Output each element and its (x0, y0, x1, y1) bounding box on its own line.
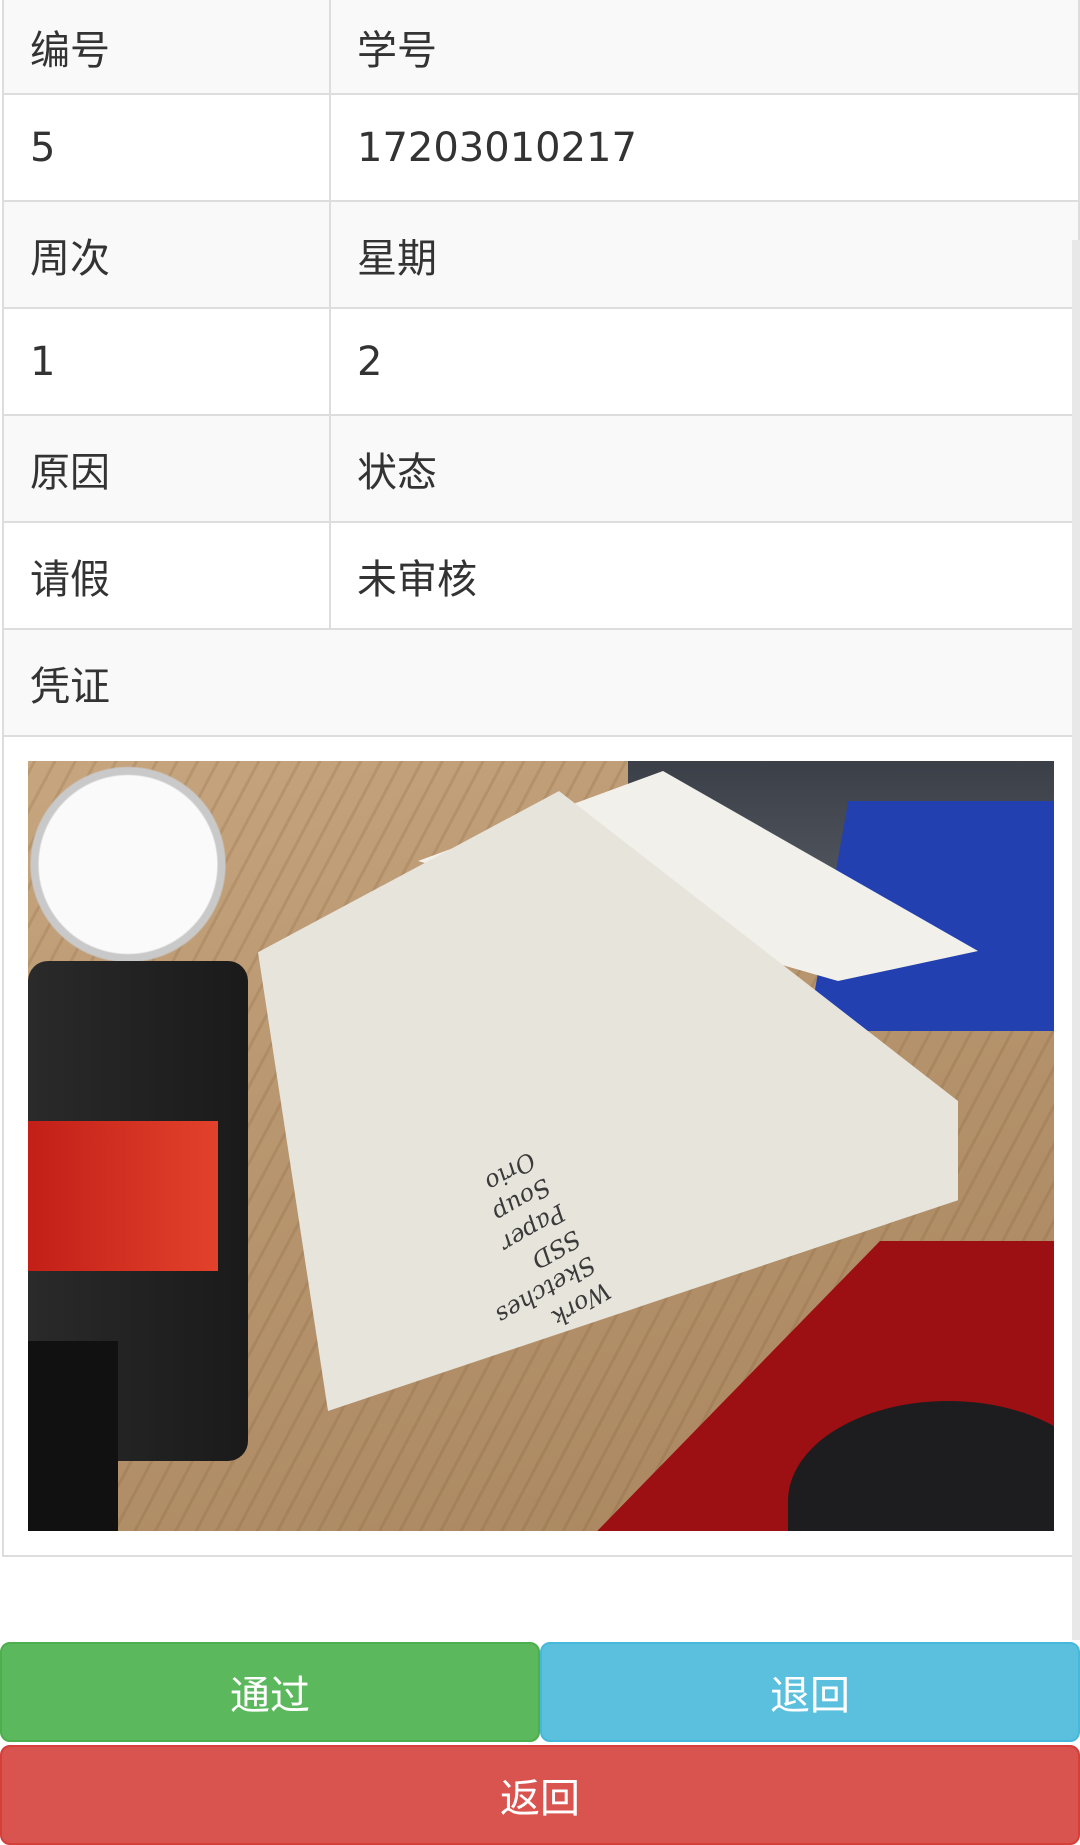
status-value: 未审核 (329, 521, 1080, 630)
table-row: 5 17203010217 (2, 93, 1080, 202)
table-row: 原因 状态 (2, 414, 1080, 523)
proof-photo[interactable]: Work Sketches SSD Paper Soup Orio (28, 761, 1054, 1531)
reason-header: 原因 (2, 414, 331, 523)
leave-detail-page: 编号 学号 5 17203010217 周次 星期 1 2 原因 状态 请假 未… (0, 0, 1080, 1845)
bottle-label (28, 1121, 218, 1271)
student-id-header: 学号 (329, 0, 1080, 95)
status-header: 状态 (329, 414, 1080, 523)
reject-button[interactable]: 退回 (540, 1642, 1080, 1742)
leave-info-table: 编号 学号 5 17203010217 周次 星期 1 2 原因 状态 请假 未… (2, 0, 1080, 1557)
table-row: 1 2 (2, 307, 1080, 416)
id-header: 编号 (2, 0, 331, 95)
scrollbar[interactable] (1072, 240, 1080, 1640)
weekday-value: 2 (329, 307, 1080, 416)
reason-value: 请假 (2, 521, 331, 630)
back-button[interactable]: 返回 (0, 1745, 1080, 1845)
weekday-header: 星期 (329, 200, 1080, 309)
pass-button[interactable]: 通过 (0, 1642, 540, 1742)
table-row: 请假 未审核 (2, 521, 1080, 630)
id-value: 5 (2, 93, 331, 202)
proof-cell: Work Sketches SSD Paper Soup Orio (2, 735, 1080, 1557)
table-row: 周次 星期 (2, 200, 1080, 309)
week-value: 1 (2, 307, 331, 416)
student-id-value: 17203010217 (329, 93, 1080, 202)
desk-fan (28, 761, 228, 991)
proof-header: 凭证 (2, 628, 1080, 737)
table-row: 凭证 (2, 628, 1080, 737)
table-row: 编号 学号 (2, 0, 1080, 95)
table-row: Work Sketches SSD Paper Soup Orio (2, 735, 1080, 1557)
phone (28, 1341, 118, 1531)
week-header: 周次 (2, 200, 331, 309)
